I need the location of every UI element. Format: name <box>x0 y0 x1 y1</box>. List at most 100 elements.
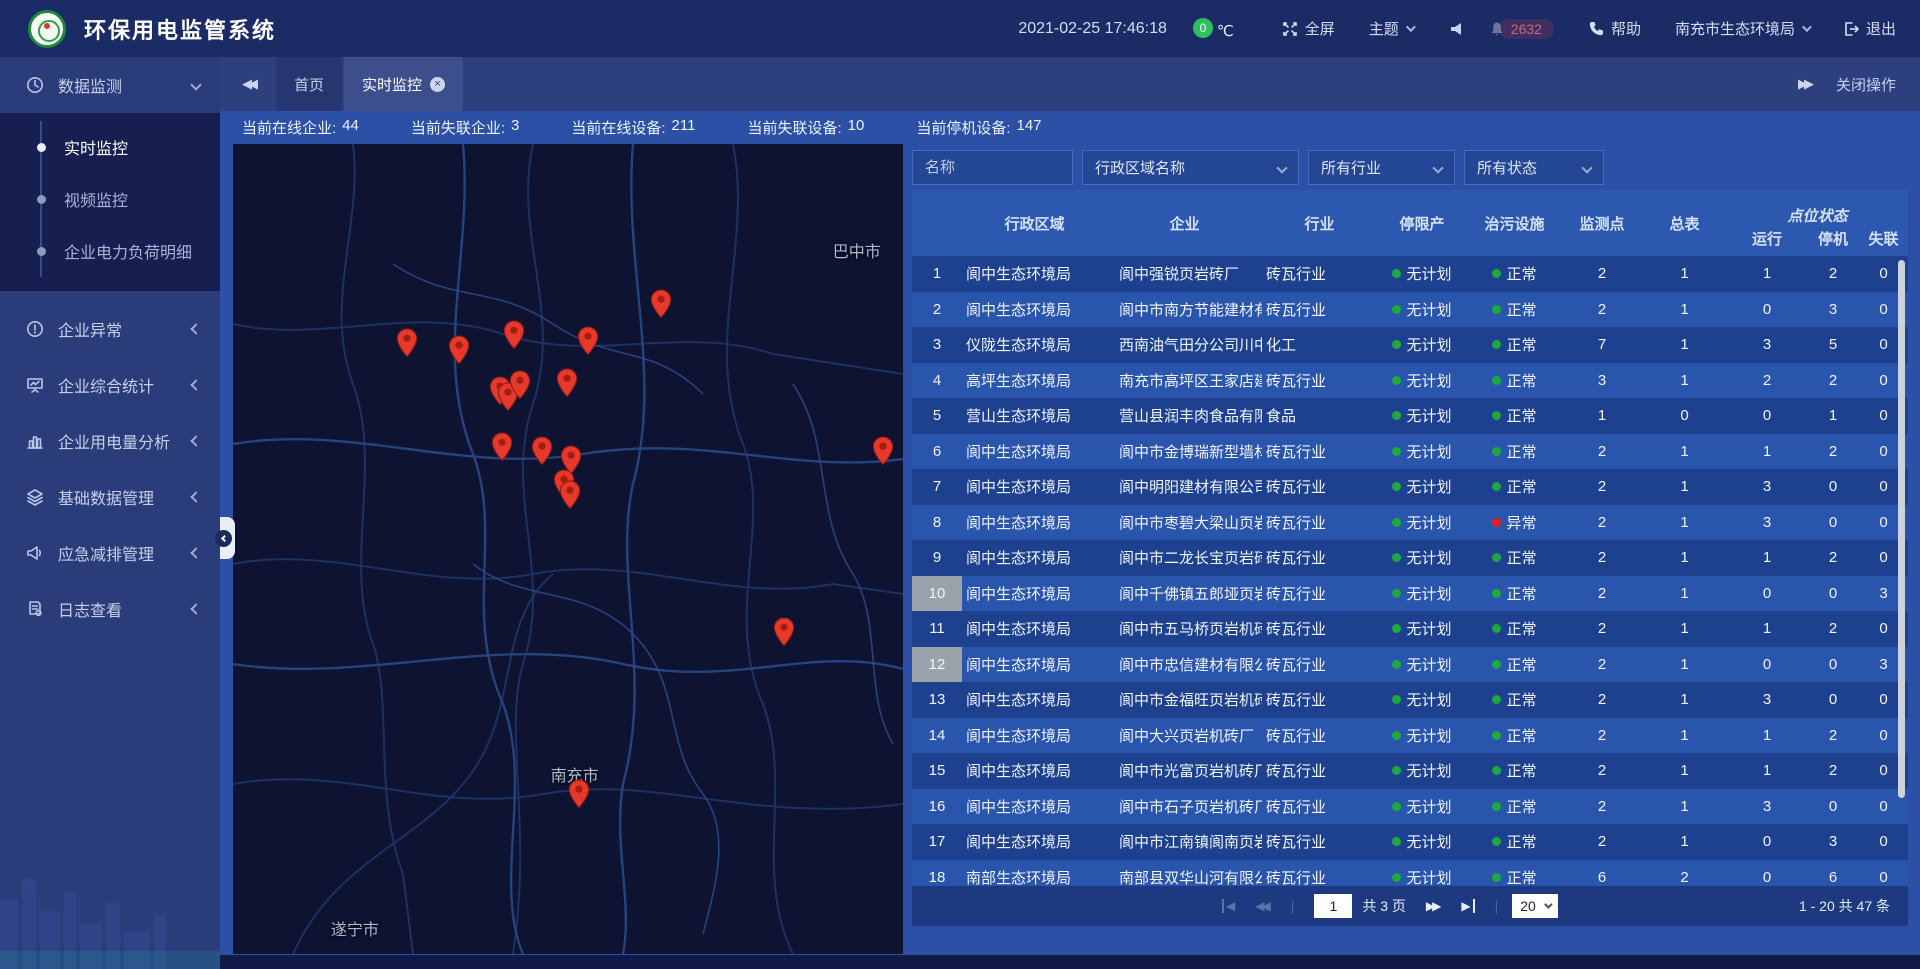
sidebar-item-emergency-reduction[interactable]: 应急减排管理 <box>0 525 220 581</box>
map-pin-icon[interactable] <box>448 334 470 364</box>
cell-monitor-points: 2 <box>1562 789 1642 825</box>
cell-total-meter: 1 <box>1642 327 1727 363</box>
chevron-left-icon <box>190 435 201 446</box>
map-pin-icon[interactable] <box>650 289 672 319</box>
status-filter-select[interactable]: 所有状态 <box>1464 150 1604 185</box>
table-row[interactable]: 4 高坪生态环境局 南充市高坪区王家店建 砖瓦行业 无计划 正常 3 1 2 2… <box>912 363 1908 399</box>
sidebar-item-enterprise-abnormal[interactable]: 企业异常 <box>0 301 220 357</box>
status-dot-icon <box>1392 305 1401 314</box>
map[interactable]: 巴中市南充市遂宁市 <box>233 144 903 954</box>
status-dot-icon <box>1392 411 1401 420</box>
cell-industry: 砖瓦行业 <box>1262 789 1377 825</box>
cell-total-meter: 1 <box>1642 434 1727 470</box>
org-dropdown[interactable]: 南充市生态环境局 <box>1675 18 1809 39</box>
cell-disconnected: 0 <box>1859 824 1908 860</box>
sidebar-item-log-view[interactable]: 日志查看 <box>0 581 220 637</box>
table-row[interactable]: 2 阆中生态环境局 阆中市南方节能建材有 砖瓦行业 无计划 正常 2 1 0 3… <box>912 292 1908 328</box>
map-pin-icon[interactable] <box>577 326 599 356</box>
map-pin-icon[interactable] <box>396 328 418 358</box>
region-filter-select[interactable]: 行政区域名称 <box>1082 150 1299 185</box>
table-row[interactable]: 6 阆中生态环境局 阆中市金博瑞新型墙材 砖瓦行业 无计划 正常 2 1 1 2… <box>912 434 1908 470</box>
map-pin-icon[interactable] <box>491 432 513 462</box>
theme-dropdown[interactable]: 主题 <box>1369 18 1413 39</box>
map-pin-icon[interactable] <box>531 436 553 466</box>
industry-filter-select[interactable]: 所有行业 <box>1308 150 1455 185</box>
table-row[interactable]: 8 阆中生态环境局 阆中市枣碧大梁山页岩 砖瓦行业 无计划 异常 2 1 3 0… <box>912 505 1908 541</box>
first-page-button[interactable]: ◀ <box>1222 899 1235 913</box>
cell-company: 阆中市南方节能建材有 <box>1107 292 1262 328</box>
table-row[interactable]: 9 阆中生态环境局 阆中市二龙长宝页岩砖 砖瓦行业 无计划 正常 2 1 1 2… <box>912 540 1908 576</box>
chevron-left-icon <box>190 379 201 390</box>
close-icon[interactable]: × <box>430 77 445 92</box>
map-pin-icon[interactable] <box>509 370 531 400</box>
cell-stopped: 0 <box>1807 789 1859 825</box>
status-dot-icon <box>1392 589 1401 598</box>
sidebar-item-realtime-monitoring[interactable]: 实时监控 <box>0 121 220 173</box>
cell-monitor-points: 2 <box>1562 824 1642 860</box>
map-pin-icon[interactable] <box>556 368 578 398</box>
page-size-select[interactable]: 20 <box>1512 894 1558 918</box>
notifications-button[interactable]: 2632 <box>1489 19 1554 39</box>
cell-region: 高坪生态环境局 <box>962 363 1107 399</box>
map-pin-icon[interactable] <box>568 779 590 809</box>
cell-company: 阆中市五马桥页岩机砖 <box>1107 611 1262 647</box>
sidebar-item-base-data[interactable]: 基础数据管理 <box>0 469 220 525</box>
table-row[interactable]: 18 南部生态环境局 南部县双华山河有限公 砖瓦行业 无计划 正常 6 2 0 … <box>912 860 1908 887</box>
page-number-input[interactable] <box>1314 894 1352 918</box>
map-pin-icon[interactable] <box>872 436 894 466</box>
help-button[interactable]: 帮助 <box>1588 18 1641 39</box>
cell-index: 8 <box>912 505 962 541</box>
name-filter-input[interactable] <box>925 159 1060 176</box>
tabs-scroll-left-button[interactable]: ◀◀ <box>220 57 276 111</box>
map-pin-icon[interactable] <box>559 479 581 509</box>
sidebar-item-data-monitoring[interactable]: 数据监测 <box>0 57 220 113</box>
table-row[interactable]: 16 阆中生态环境局 阆中市石子页岩机砖厂 砖瓦行业 无计划 正常 2 1 3 … <box>912 789 1908 825</box>
status-dot-icon <box>1392 660 1401 669</box>
sidebar-item-video-monitoring[interactable]: 视频监控 <box>0 173 220 225</box>
table-row[interactable]: 12 阆中生态环境局 阆中市忠信建材有限公 砖瓦行业 无计划 正常 2 1 0 … <box>912 647 1908 683</box>
pagination-bar: ◀ ◀◀ | 共 3 页 ▶▶ ▶ | 20 1 - 20 共 47 条 <box>912 886 1908 926</box>
sidebar-item-power-analysis[interactable]: 企业用电量分析 <box>0 413 220 469</box>
table-scrollbar[interactable] <box>1898 260 1905 798</box>
chevron-left-icon <box>190 603 201 614</box>
fullscreen-button[interactable]: 全屏 <box>1282 18 1335 39</box>
cell-region: 仪陇生态环境局 <box>962 327 1107 363</box>
cell-stopped: 2 <box>1807 753 1859 789</box>
status-dot-icon <box>1492 340 1501 349</box>
table-row[interactable]: 17 阆中生态环境局 阆中市江南镇阆南页岩 砖瓦行业 无计划 正常 2 1 0 … <box>912 824 1908 860</box>
table-row[interactable]: 11 阆中生态环境局 阆中市五马桥页岩机砖 砖瓦行业 无计划 正常 2 1 1 … <box>912 611 1908 647</box>
chevron-down-icon <box>1802 22 1812 32</box>
table-row[interactable]: 13 阆中生态环境局 阆中市金福旺页岩机砖 砖瓦行业 无计划 正常 2 1 3 … <box>912 682 1908 718</box>
sidebar-item-enterprise-statistics[interactable]: 企业综合统计 <box>0 357 220 413</box>
next-page-button[interactable]: ▶▶ <box>1426 899 1441 913</box>
tab-home[interactable]: 首页 <box>276 57 342 111</box>
tab-realtime-monitoring[interactable]: 实时监控 × <box>344 57 463 111</box>
table-row[interactable]: 7 阆中生态环境局 阆中明阳建材有限公司 砖瓦行业 无计划 正常 2 1 3 0… <box>912 469 1908 505</box>
logout-button[interactable]: 退出 <box>1843 18 1896 39</box>
cell-region: 阆中生态环境局 <box>962 505 1107 541</box>
close-operations-button[interactable]: 关闭操作 <box>1836 74 1896 95</box>
table-row[interactable]: 14 阆中生态环境局 阆中大兴页岩机砖厂 砖瓦行业 无计划 正常 2 1 1 2… <box>912 718 1908 754</box>
cell-running: 1 <box>1727 611 1807 647</box>
last-page-button[interactable]: ▶ <box>1461 899 1474 913</box>
mute-button[interactable] <box>1447 21 1463 37</box>
status-dot-icon <box>1492 518 1501 527</box>
tabs-scroll-right-button[interactable]: ▶▶ <box>1798 76 1810 92</box>
map-city-label: 遂宁市 <box>331 916 379 940</box>
table-row[interactable]: 3 仪陇生态环境局 西南油气田分公司川中 化工 无计划 正常 7 1 3 5 0 <box>912 327 1908 363</box>
table-row[interactable]: 10 阆中生态环境局 阆中千佛镇五郎垭页岩 砖瓦行业 无计划 正常 2 1 0 … <box>912 576 1908 612</box>
status-dot-icon <box>1392 695 1401 704</box>
sidebar-item-power-load-detail[interactable]: 企业电力负荷明细 <box>0 225 220 277</box>
cell-total-meter: 1 <box>1642 505 1727 541</box>
city-skyline-decoration <box>0 839 220 969</box>
map-pin-icon[interactable] <box>503 320 525 350</box>
table-row[interactable]: 1 阆中生态环境局 阆中强锐页岩砖厂 砖瓦行业 无计划 正常 2 1 1 2 0 <box>912 256 1908 292</box>
prev-page-button[interactable]: ◀◀ <box>1255 899 1270 913</box>
table-row[interactable]: 5 营山生态环境局 营山县润丰肉食品有限 食品 无计划 正常 1 0 0 1 0 <box>912 398 1908 434</box>
map-pin-icon[interactable] <box>773 617 795 647</box>
cell-company: 阆中明阳建材有限公司 <box>1107 469 1262 505</box>
sidebar-collapse-handle[interactable] <box>220 517 235 559</box>
cell-index: 6 <box>912 434 962 470</box>
table-row[interactable]: 15 阆中生态环境局 阆中市光富页岩机砖厂 砖瓦行业 无计划 正常 2 1 1 … <box>912 753 1908 789</box>
cell-total-meter: 1 <box>1642 292 1727 328</box>
